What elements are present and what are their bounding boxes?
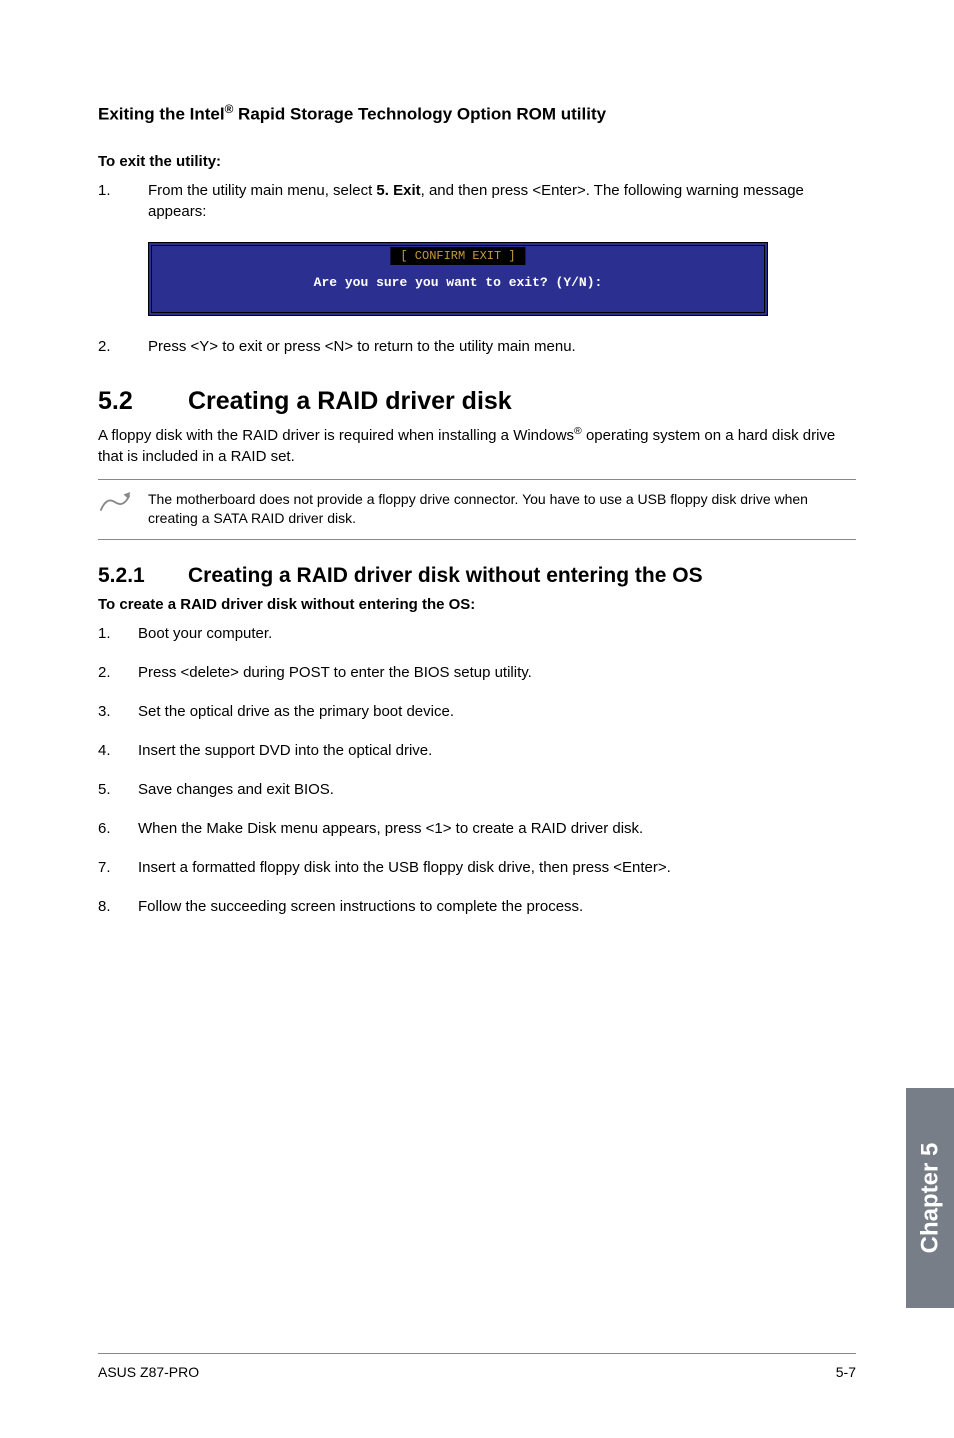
item-text: Press <delete> during POST to enter the … (138, 662, 856, 683)
item-text: Boot your computer. (138, 623, 856, 644)
list-item: 4.Insert the support DVD into the optica… (98, 740, 856, 761)
list-item: 8.Follow the succeeding screen instructi… (98, 896, 856, 917)
heading-part1: Exiting the Intel (98, 105, 225, 124)
page-footer: ASUS Z87-PRO 5-7 (98, 1353, 856, 1380)
item-number: 5. (98, 779, 138, 800)
terminal-prompt: Are you sure you want to exit? (Y/N): (152, 275, 764, 290)
list-item: 1. From the utility main menu, select 5.… (98, 180, 856, 222)
h3-title: Creating a RAID driver disk without ente… (188, 564, 703, 588)
list-item: 1.Boot your computer. (98, 623, 856, 644)
item-text: From the utility main menu, select 5. Ex… (148, 180, 856, 222)
subheading-create: To create a RAID driver disk without ent… (98, 596, 856, 613)
list-item: 6.When the Make Disk menu appears, press… (98, 818, 856, 839)
h2-number: 5.2 (98, 387, 188, 416)
h2-heading: 5.2 Creating a RAID driver disk (98, 387, 856, 416)
item-number: 2. (98, 662, 138, 683)
item-text: Save changes and exit BIOS. (138, 779, 856, 800)
list-item: 5.Save changes and exit BIOS. (98, 779, 856, 800)
item-text: When the Make Disk menu appears, press <… (138, 818, 856, 839)
h3-number: 5.2.1 (98, 564, 188, 588)
paragraph: A floppy disk with the RAID driver is re… (98, 424, 856, 467)
heading-sup: ® (225, 102, 234, 116)
footer-left: ASUS Z87-PRO (98, 1364, 199, 1380)
item-text: Press <Y> to exit or press <N> to return… (148, 336, 856, 357)
item-text: Follow the succeeding screen instruction… (138, 896, 856, 917)
item-text: Insert a formatted floppy disk into the … (138, 857, 856, 878)
item-number: 1. (98, 180, 148, 222)
item-number: 7. (98, 857, 138, 878)
list-item: 2. Press <Y> to exit or press <N> to ret… (98, 336, 856, 357)
note-block: The motherboard does not provide a flopp… (98, 479, 856, 540)
item-number: 2. (98, 336, 148, 357)
section-heading: Exiting the Intel® Rapid Storage Technol… (98, 102, 856, 125)
item-number: 3. (98, 701, 138, 722)
terminal-header: [ CONFIRM EXIT ] (390, 247, 525, 265)
chapter-label: Chapter 5 (916, 1143, 944, 1254)
note-text: The motherboard does not provide a flopp… (148, 490, 856, 529)
item-number: 8. (98, 896, 138, 917)
chapter-tab: Chapter 5 (906, 1088, 954, 1308)
pencil-icon (98, 490, 148, 529)
item-number: 6. (98, 818, 138, 839)
list-item: 3.Set the optical drive as the primary b… (98, 701, 856, 722)
item-number: 1. (98, 623, 138, 644)
item-number: 4. (98, 740, 138, 761)
terminal-dialog: [ CONFIRM EXIT ] Are you sure you want t… (148, 242, 768, 316)
footer-right: 5-7 (836, 1364, 856, 1380)
item-text: Insert the support DVD into the optical … (138, 740, 856, 761)
item-text: Set the optical drive as the primary boo… (138, 701, 856, 722)
heading-part2: Rapid Storage Technology Option ROM util… (233, 105, 606, 124)
h3-heading: 5.2.1 Creating a RAID driver disk withou… (98, 564, 856, 588)
h2-title: Creating a RAID driver disk (188, 387, 512, 416)
subheading-exit: To exit the utility: (98, 153, 856, 170)
list-item: 2.Press <delete> during POST to enter th… (98, 662, 856, 683)
list-item: 7.Insert a formatted floppy disk into th… (98, 857, 856, 878)
